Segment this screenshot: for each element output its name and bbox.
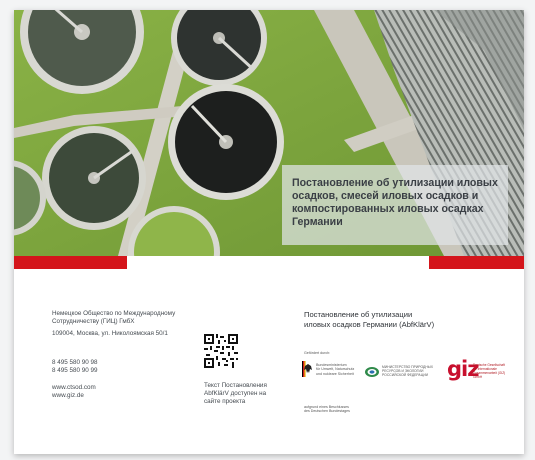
document-title: Постановление об утилизации иловых осадк… — [304, 310, 494, 330]
bundestag-note: aufgrund eines Beschlusses des Deutschen… — [304, 405, 384, 414]
bmu-line: und nukleare Sicherheit — [316, 371, 354, 376]
website-link[interactable]: www.ctsod.com — [52, 384, 202, 392]
bmu-logo-text: Bundesministerium für Umwelt, Naturschut… — [316, 363, 360, 376]
phone-number: 8 495 580 90 99 — [52, 366, 98, 374]
german-eagle-icon — [302, 361, 314, 382]
phone-number: 8 495 580 90 98 — [52, 358, 98, 366]
giz-line: Zusammenarbeit (GIZ) GmbH — [473, 371, 506, 379]
ministry-logo-text: МИНИСТЕРСТВО ПРИРОДНЫХ РЕСУРСОВ И ЭКОЛОГ… — [382, 365, 442, 378]
qr-code[interactable] — [204, 334, 238, 373]
red-accent-bar-right — [429, 256, 524, 269]
red-accent-bar-left — [14, 256, 127, 269]
ministry-line: РОССИЙСКОЙ ФЕДЕРАЦИИ — [382, 373, 429, 378]
postal-address: 109004, Москва, ул. Николоямская 50/1 — [52, 330, 168, 338]
document-title-line: Постановление об утилизации — [304, 310, 413, 319]
cover-title-line: Постановление об утилизации иловых — [292, 177, 498, 189]
qr-caption: Текст Постановления AbfKlärV доступен на… — [204, 382, 274, 407]
cover-title-line: Германии — [292, 216, 343, 228]
bundestag-line: des Deutschen Bundestages — [304, 409, 350, 414]
partner-logos: Gefördert durch: Bundesministerium für U… — [302, 351, 505, 431]
contact-block: Немецкое Общество по Международному Сотр… — [52, 310, 202, 400]
website-link[interactable]: www.giz.de — [52, 392, 202, 400]
organization-name: Сотрудничеству (ГИЦ) ГмбХ — [52, 318, 135, 326]
cover-title-line: осадков, смесей иловых осадков и — [292, 190, 479, 202]
cover-title-line: компостированных иловых осадках — [292, 203, 484, 215]
brochure-cover: Постановление об утилизации иловых осадк… — [14, 10, 524, 454]
organization-name: Немецкое Общество по Международному — [52, 310, 176, 317]
qr-caption-line: Текст Постановления — [204, 382, 267, 389]
giz-logo-text: Deutsche Gesellschaft für Internationale… — [473, 363, 507, 379]
ministry-emblem-icon — [365, 364, 379, 382]
qr-caption-line: сайте проекта — [204, 398, 246, 406]
document-title-line: иловых осадков Германии (AbfKlärV) — [304, 320, 435, 329]
cover-title-box: Постановление об утилизации иловых осадк… — [282, 165, 508, 245]
commissioned-by-label: Gefördert durch: — [304, 351, 331, 355]
